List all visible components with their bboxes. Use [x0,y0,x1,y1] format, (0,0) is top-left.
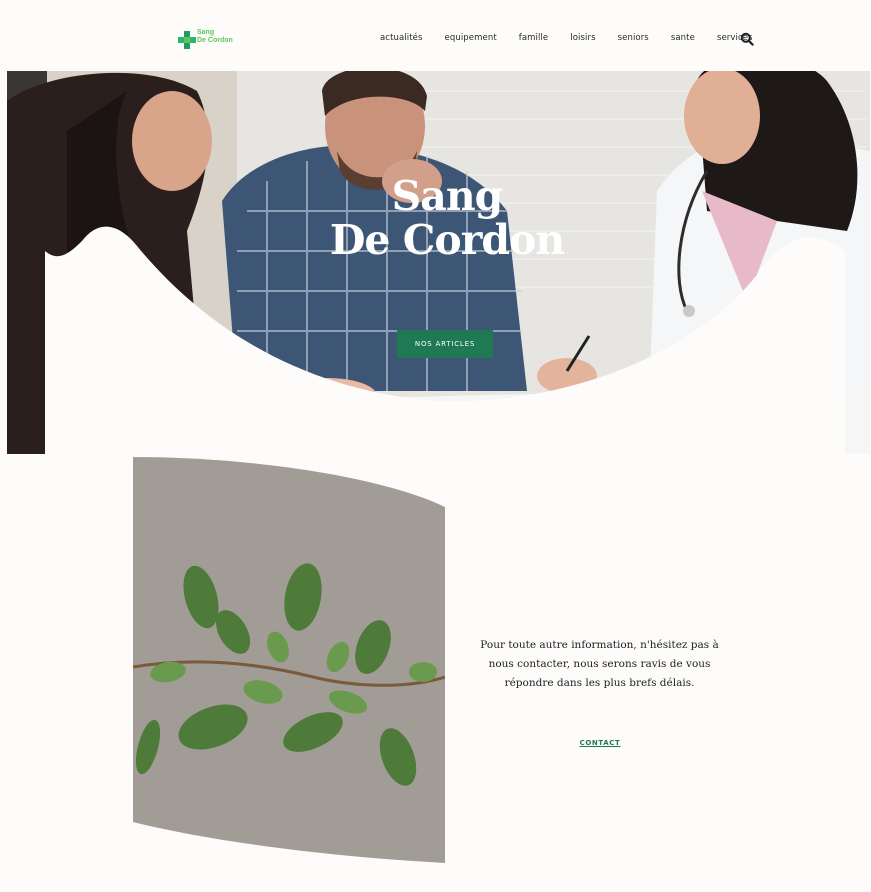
plant-image [133,457,445,863]
logo-line-2: De Cordon [197,37,233,44]
medical-cross-icon [178,31,196,49]
nav-item-equipement[interactable]: equipement [445,33,497,43]
search-icon[interactable] [740,32,754,46]
site-logo[interactable]: Sang De Cordon [177,28,247,52]
nav-item-sante[interactable]: sante [671,33,695,43]
hero-title: Sang De Cordon [267,174,627,262]
nav-item-seniors[interactable]: seniors [618,33,649,43]
page: Sang De Cordon actualités equipement fam… [7,7,870,890]
nav-item-famille[interactable]: famille [519,33,549,43]
contact-info-text: Pour toute autre information, n'hésitez … [480,638,719,689]
hero-title-line-1: Sang [391,172,504,220]
nav-item-actualites[interactable]: actualités [380,33,423,43]
logo-text: Sang De Cordon [197,29,233,45]
hero-section: Sang De Cordon NOS ARTICLES [7,71,870,454]
site-header: Sang De Cordon actualités equipement fam… [7,7,870,71]
nav-item-loisirs[interactable]: loisirs [570,33,595,43]
main-nav: actualités equipement famille loisirs se… [380,33,775,43]
hero-title-line-2: De Cordon [329,216,565,264]
nos-articles-button[interactable]: NOS ARTICLES [397,330,493,358]
contact-link[interactable]: CONTACT [567,739,633,747]
logo-line-1: Sang [197,29,215,36]
